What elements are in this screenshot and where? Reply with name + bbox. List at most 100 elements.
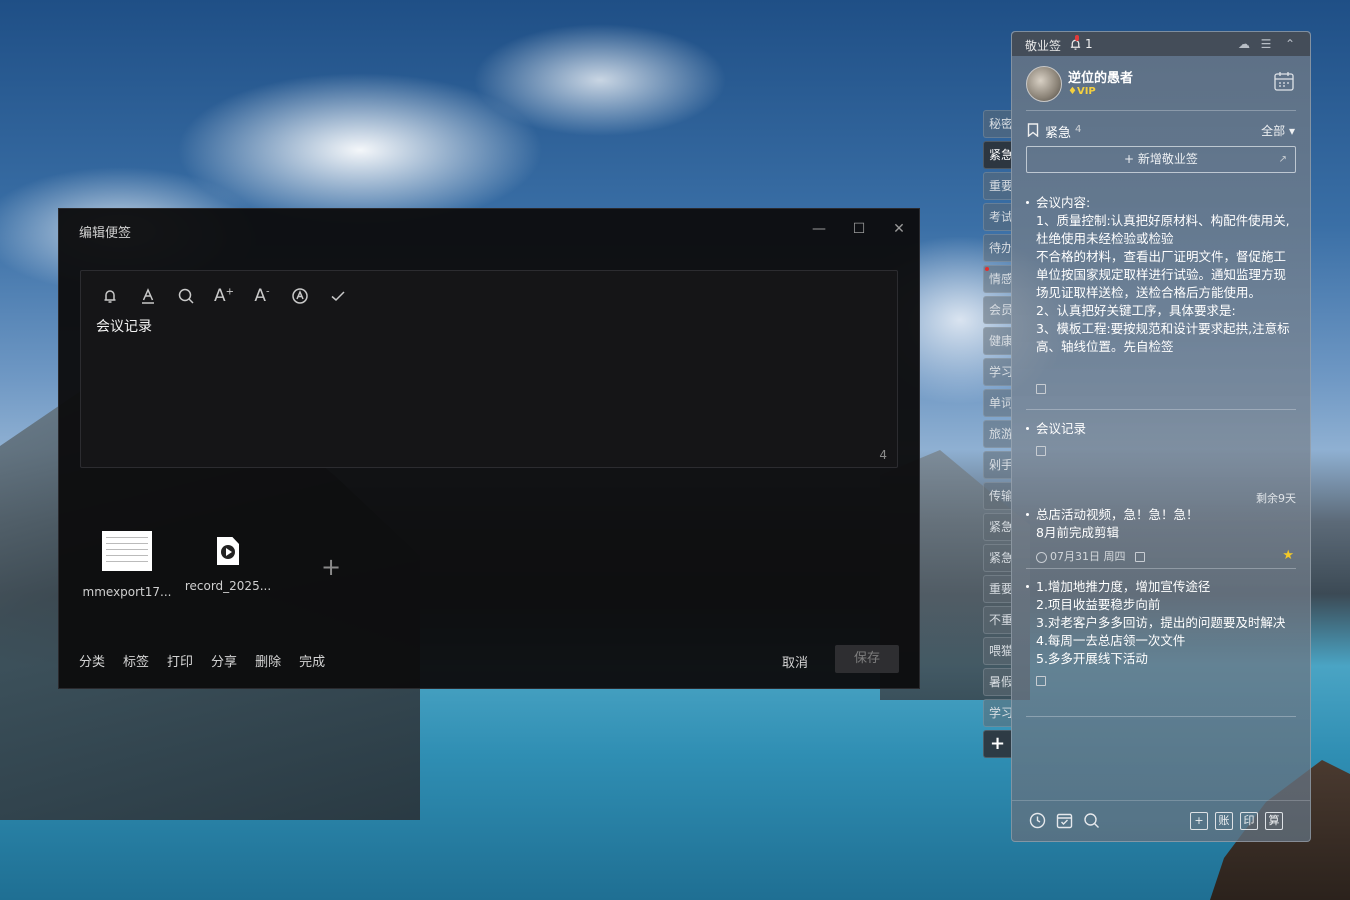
history-clock-icon[interactable]: [1029, 812, 1047, 830]
cloud-sync-icon[interactable]: ☁: [1236, 36, 1252, 52]
note-content-text[interactable]: 会议记录: [96, 316, 152, 336]
category-link[interactable]: 分类: [79, 651, 105, 670]
tab-exam[interactable]: 考试: [983, 203, 1011, 231]
app-name: 敬业签: [1025, 39, 1062, 53]
category-count: 4: [1075, 124, 1082, 135]
tab-todo[interactable]: 待办: [983, 234, 1011, 262]
print-button[interactable]: 印: [1240, 812, 1258, 830]
tab-important[interactable]: 重要: [983, 172, 1011, 200]
note-text: 会议记录: [1036, 421, 1087, 436]
maximize-icon[interactable]: ☐: [851, 221, 867, 237]
add-widget-button[interactable]: +: [1190, 812, 1208, 830]
note-text: 1.增加地推力度，增加宣传途径 2.项目收益要稳步向前 3.对老客户多多回访，提…: [1036, 579, 1286, 666]
note-item[interactable]: 剩余9天 总店活动视频，急！急！急！ 8月前完成剪辑 07月31日 周四 ★: [1026, 492, 1296, 569]
clear-format-icon[interactable]: [289, 285, 311, 307]
lock-icon[interactable]: [1036, 384, 1046, 394]
note-item[interactable]: 1.增加地推力度，增加宣传途径 2.项目收益要稳步向前 3.对老客户多多回访，提…: [1026, 578, 1296, 718]
lock-icon[interactable]: [1135, 552, 1145, 562]
expand-icon[interactable]: ↗: [1279, 147, 1287, 172]
edit-note-window: 编辑便签 — ☐ ✕ A+ A- 会议记录 4 mmexport17... re…: [58, 208, 920, 689]
attachment-video[interactable]: record_2025...: [180, 527, 276, 593]
print-link[interactable]: 打印: [167, 651, 193, 670]
cancel-button[interactable]: 取消: [782, 652, 808, 671]
font-increase-icon[interactable]: A+: [213, 285, 235, 307]
attachment-name: record_2025...: [184, 579, 272, 593]
note-bullet: [1026, 513, 1029, 516]
tab-study[interactable]: 学习: [983, 358, 1011, 386]
tab-member[interactable]: 会员: [983, 296, 1011, 324]
notification-count: 1: [1085, 37, 1093, 51]
tab-secret[interactable]: 秘密: [983, 110, 1011, 138]
menu-icon[interactable]: ☰: [1258, 36, 1274, 52]
star-icon[interactable]: ★: [1282, 548, 1294, 563]
divider: [1026, 409, 1296, 410]
search-icon[interactable]: [175, 285, 197, 307]
window-titlebar[interactable]: 编辑便签 — ☐ ✕: [59, 209, 919, 251]
complete-link[interactable]: 完成: [299, 651, 325, 670]
tab-summer[interactable]: 暑假: [983, 668, 1011, 696]
tab-words[interactable]: 单词: [983, 389, 1011, 417]
note-bullet: [1026, 201, 1029, 204]
reminder-date: 07月31日 周四: [1050, 550, 1126, 563]
add-attachment-button[interactable]: +: [321, 553, 341, 581]
checklist-icon[interactable]: [327, 285, 349, 307]
note-editor-area[interactable]: A+ A- 会议记录 4: [80, 270, 898, 468]
character-count: 4: [879, 448, 887, 462]
tab-urgent-2[interactable]: 紧急: [983, 513, 1011, 541]
attachment-image[interactable]: mmexport17...: [79, 527, 175, 599]
remaining-days: 剩余9天: [1256, 492, 1296, 505]
tab-urgent-3[interactable]: 紧急: [983, 544, 1011, 572]
calculator-button[interactable]: 算: [1265, 812, 1283, 830]
note-item[interactable]: 会议内容: 1、质量控制:认真把好原材料、构配件使用关,杜绝使用未经检验或检验 …: [1026, 194, 1296, 410]
text-color-icon[interactable]: [137, 285, 159, 307]
tab-shopping[interactable]: 剁手: [983, 451, 1011, 479]
tab-unimportant[interactable]: 不重: [983, 606, 1011, 634]
tab-feed-cat[interactable]: 喂猫: [983, 637, 1011, 665]
minimize-icon[interactable]: —: [811, 221, 827, 237]
vip-badge[interactable]: ♦VIP: [1068, 86, 1096, 97]
search-icon[interactable]: [1083, 812, 1101, 830]
note-item[interactable]: 会议记录: [1026, 420, 1296, 480]
font-decrease-icon[interactable]: A-: [251, 285, 273, 307]
lock-icon[interactable]: [1036, 446, 1046, 456]
add-category-button[interactable]: +: [983, 730, 1011, 758]
tab-urgent-active[interactable]: 紧急: [983, 141, 1011, 169]
filter-dropdown[interactable]: 全部 ▾: [1261, 122, 1295, 139]
username[interactable]: 逆位的愚者: [1068, 67, 1133, 86]
note-meta: 07月31日 周四 ★: [1036, 548, 1296, 563]
tab-travel[interactable]: 旅游: [983, 420, 1011, 448]
note-meta: [1036, 444, 1296, 458]
bookmark-icon: [1027, 122, 1039, 138]
calendar-icon[interactable]: [1273, 70, 1297, 94]
category-title: 紧急: [1045, 126, 1072, 141]
note-text: 会议内容: 1、质量控制:认真把好原材料、构配件使用关,杜绝使用未经检验或检验 …: [1036, 195, 1290, 354]
tab-emotion[interactable]: 情感: [983, 265, 1011, 293]
sticky-notes-panel: 敬业签 1 ☁ ☰ ⌃ 逆位的愚者 ♦VIP 紧急 4 全部 ▾ + 新增敬业签…: [1011, 31, 1311, 842]
close-icon[interactable]: ✕: [891, 221, 907, 237]
share-link[interactable]: 分享: [211, 651, 237, 670]
clock-icon: [1036, 551, 1047, 563]
completed-calendar-icon[interactable]: [1056, 812, 1074, 830]
category-header: 紧急 4 全部 ▾: [1027, 121, 1295, 141]
lock-icon[interactable]: [1036, 676, 1046, 686]
note-bullet: [1026, 427, 1029, 430]
save-button[interactable]: 保存: [835, 645, 899, 673]
attachment-name: mmexport17...: [82, 585, 172, 599]
avatar[interactable]: [1026, 66, 1062, 102]
delete-link[interactable]: 删除: [255, 651, 281, 670]
collapse-chevron-icon[interactable]: ⌃: [1282, 36, 1298, 52]
panel-titlebar[interactable]: 敬业签 1 ☁ ☰ ⌃: [1012, 32, 1310, 56]
window-title: 编辑便签: [79, 226, 132, 241]
unread-dot: [985, 267, 989, 271]
tag-link[interactable]: 标签: [123, 651, 149, 670]
tab-transfer[interactable]: 传输: [983, 482, 1011, 510]
image-thumbnail: [102, 531, 152, 571]
divider: [1026, 568, 1296, 569]
accounting-button[interactable]: 账: [1215, 812, 1233, 830]
reminder-bell-icon[interactable]: [99, 285, 121, 307]
tab-study-2[interactable]: 学习: [983, 699, 1011, 727]
tab-important-2[interactable]: 重要: [983, 575, 1011, 603]
add-note-button[interactable]: + 新增敬业签 ↗: [1026, 146, 1296, 173]
tab-health[interactable]: 健康: [983, 327, 1011, 355]
note-text: 总店活动视频，急！急！急！ 8月前完成剪辑: [1036, 507, 1199, 540]
